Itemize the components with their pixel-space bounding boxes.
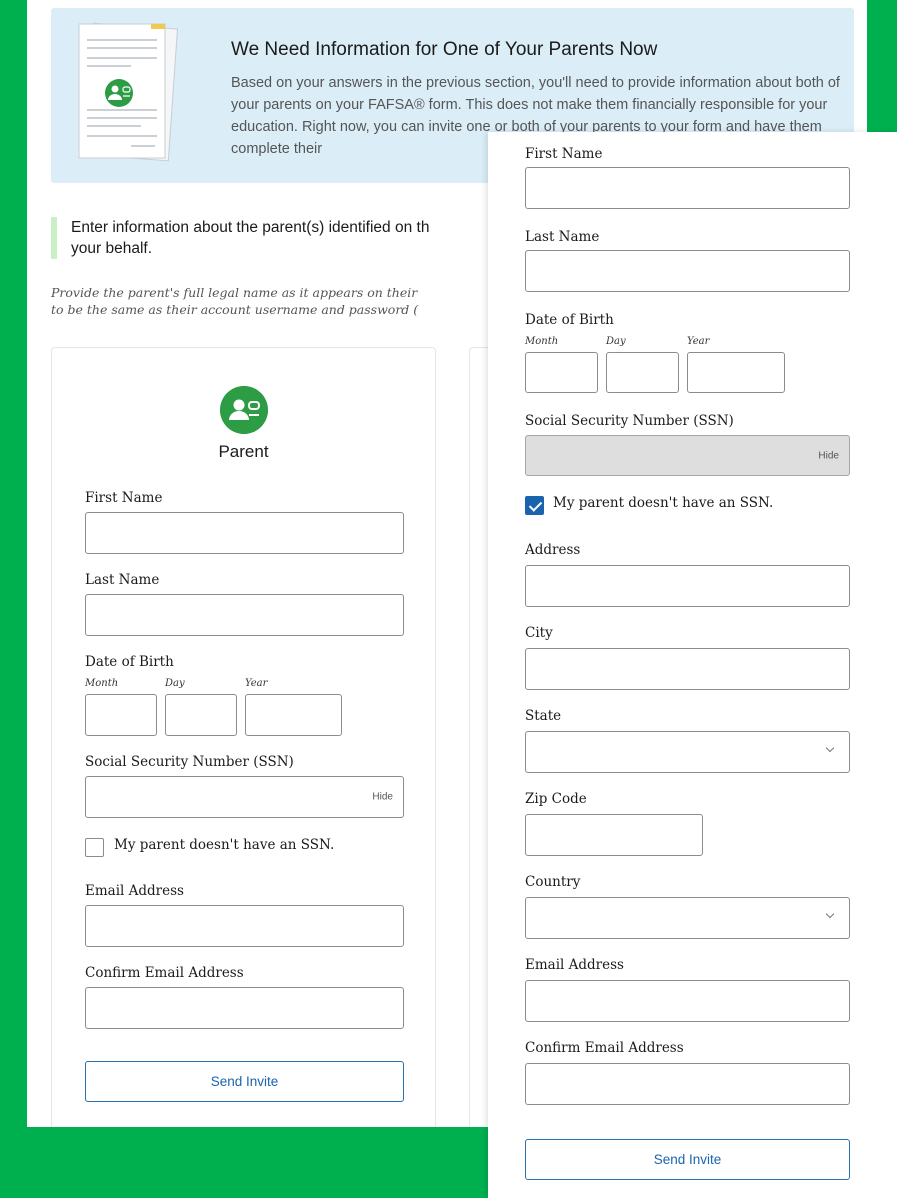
state-label: State	[525, 708, 562, 724]
instruction-line-1: Provide the parent's full legal name as …	[51, 285, 418, 300]
parent-user-icon	[220, 386, 268, 434]
address-input[interactable]	[525, 565, 850, 607]
parent-info-callout: Enter information about the parent(s) id…	[51, 217, 491, 259]
first-name-input[interactable]	[85, 512, 404, 554]
ssn-input[interactable]: Hide	[85, 776, 404, 818]
overlay-email-label: Email Address	[525, 957, 624, 973]
first-name-label: First Name	[85, 490, 163, 506]
legal-name-instruction: Provide the parent's full legal name as …	[51, 284, 491, 318]
overlay-dob-day-input[interactable]	[606, 352, 679, 393]
country-label: Country	[525, 874, 581, 890]
no-ssn-checkbox[interactable]	[85, 838, 104, 857]
overlay-dob-year-input[interactable]	[687, 352, 785, 393]
card-title: Parent	[218, 442, 269, 461]
ssn-label: Social Security Number (SSN)	[85, 754, 294, 770]
country-select[interactable]	[525, 897, 850, 939]
month-label: Month	[85, 678, 119, 689]
overlay-last-name-label: Last Name	[525, 229, 600, 245]
send-invite-button[interactable]: Send Invite	[85, 1061, 404, 1102]
dob-day-input[interactable]	[165, 694, 237, 736]
last-name-input[interactable]	[85, 594, 404, 636]
overlay-day-label: Day	[606, 336, 626, 347]
overlay-last-name-input[interactable]	[525, 250, 850, 292]
parent-card: Parent First Name Last Name Date of Birt…	[51, 347, 436, 1127]
overlay-email-input[interactable]	[525, 980, 850, 1022]
instruction-line-2: to be the same as their account username…	[51, 302, 419, 317]
overlay-ssn-input: Hide	[525, 435, 850, 476]
no-ssn-label: My parent doesn't have an SSN.	[114, 837, 335, 853]
overlay-no-ssn-label: My parent doesn't have an SSN.	[553, 495, 774, 511]
confirm-email-label: Confirm Email Address	[85, 965, 244, 981]
expanded-parent-form: First Name Last Name Date of Birth Month…	[488, 132, 897, 1198]
callout-line-1: Enter information about the parent(s) id…	[71, 219, 430, 236]
zip-code-input[interactable]	[525, 814, 703, 856]
overlay-year-label: Year	[687, 336, 710, 347]
email-input[interactable]	[85, 905, 404, 947]
chevron-down-icon	[825, 743, 835, 753]
address-label: Address	[525, 542, 581, 558]
zip-code-label: Zip Code	[525, 791, 587, 807]
overlay-ssn-label: Social Security Number (SSN)	[525, 413, 734, 429]
overlay-dob-label: Date of Birth	[525, 312, 614, 328]
day-label: Day	[165, 678, 185, 689]
overlay-send-invite-button[interactable]: Send Invite	[525, 1139, 850, 1180]
last-name-label: Last Name	[85, 572, 160, 588]
overlay-month-label: Month	[525, 336, 559, 347]
year-label: Year	[245, 678, 268, 689]
dob-month-input[interactable]	[85, 694, 157, 736]
overlay-hide-ssn-toggle[interactable]: Hide	[818, 450, 839, 461]
overlay-dob-month-input[interactable]	[525, 352, 598, 393]
overlay-no-ssn-checkbox[interactable]	[525, 496, 544, 515]
overlay-confirm-email-label: Confirm Email Address	[525, 1040, 684, 1056]
overlay-confirm-email-input[interactable]	[525, 1063, 850, 1105]
confirm-email-input[interactable]	[85, 987, 404, 1029]
overlay-first-name-input[interactable]	[525, 167, 850, 209]
hide-ssn-toggle[interactable]: Hide	[372, 792, 393, 803]
banner-title: We Need Information for One of Your Pare…	[231, 39, 658, 60]
form-document-icon	[78, 22, 179, 162]
dob-year-input[interactable]	[245, 694, 342, 736]
city-label: City	[525, 625, 553, 641]
overlay-first-name-label: First Name	[525, 146, 603, 162]
chevron-down-icon	[825, 909, 835, 919]
dob-label: Date of Birth	[85, 654, 174, 670]
city-input[interactable]	[525, 648, 850, 690]
callout-line-2: your behalf.	[71, 240, 152, 257]
email-label: Email Address	[85, 883, 184, 899]
state-select[interactable]	[525, 731, 850, 773]
